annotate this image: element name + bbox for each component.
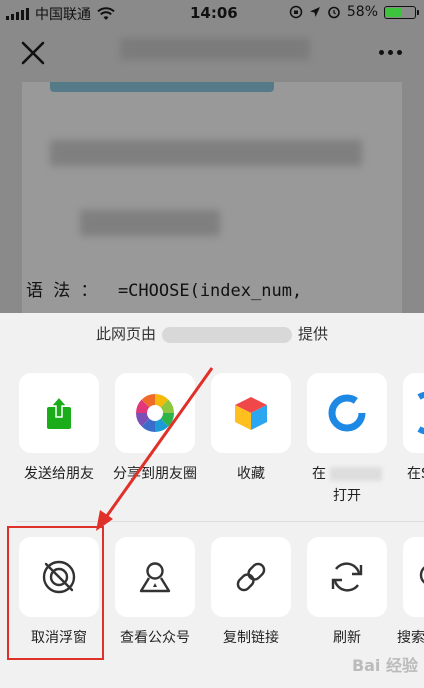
more-app-icon: [417, 391, 424, 435]
copy-link-button[interactable]: 复制链接: [201, 537, 301, 647]
search-icon: [419, 566, 424, 584]
official-account-icon: [139, 562, 171, 593]
clock: 14:06: [190, 4, 238, 22]
sheet-title-suffix: 提供: [298, 325, 329, 343]
article-image-edge: [50, 82, 274, 92]
link-icon: [236, 562, 266, 592]
sheet-title: 此网页由 提供: [0, 323, 424, 344]
search-button[interactable]: 搜索: [393, 537, 424, 647]
sheet-title-prefix: 此网页由: [95, 325, 156, 343]
send-to-friend-button[interactable]: 发送给朋友: [9, 373, 109, 483]
wifi-icon: [97, 7, 115, 20]
page-title-redacted: [120, 38, 310, 60]
tile-label: 在S: [407, 466, 424, 482]
location-icon: [309, 7, 320, 17]
refresh-button[interactable]: 刷新: [297, 537, 397, 647]
view-official-account-button[interactable]: 查看公众号: [105, 537, 205, 647]
moments-icon: [136, 394, 174, 432]
tile-label: 在: [297, 463, 397, 483]
tile-label-line2: 打开: [333, 488, 361, 504]
refresh-icon: [331, 562, 363, 592]
alarm-icon: [328, 6, 340, 19]
redacted-source: [162, 326, 292, 343]
tile-label: 查看公众号: [120, 630, 190, 646]
rotation-lock-icon: [289, 5, 303, 19]
browser-icon: [328, 394, 366, 432]
close-icon[interactable]: [20, 40, 46, 66]
signal-icon: [6, 8, 29, 20]
tile-label: 刷新: [333, 630, 361, 646]
send-to-friend-icon: [47, 395, 71, 429]
more-icon[interactable]: [379, 50, 402, 55]
battery-icon: [384, 5, 419, 19]
share-row: 发送给朋友 分享到朋友圈 收藏 在 打开 在: [0, 373, 424, 504]
redacted-text-1: [50, 140, 362, 166]
share-moments-button[interactable]: 分享到朋友圈: [105, 373, 205, 483]
battery-percent: 58%: [346, 4, 378, 20]
article-syntax-line: 语 法 ： =CHOOSE(index_num,: [26, 281, 303, 301]
highlight-box: [7, 526, 104, 660]
tile-label: 收藏: [237, 466, 265, 482]
tile-label: 搜索: [397, 630, 424, 646]
tile-label: 复制链接: [223, 630, 279, 646]
watermark: Bai 经验: [351, 656, 418, 675]
favorites-icon: [235, 397, 267, 430]
favorites-button[interactable]: 收藏: [201, 373, 301, 483]
tile-label: 发送给朋友: [24, 466, 94, 482]
status-bar: 中国联通 14:06 58%: [0, 0, 424, 26]
tile-label: 分享到朋友圈: [113, 466, 197, 482]
nav-bar: [0, 28, 424, 80]
carrier-label: 中国联通: [35, 7, 91, 23]
sheet-divider: [16, 521, 424, 522]
open-in-browser-button[interactable]: 在 打开: [297, 373, 397, 505]
redacted-text-2: [80, 210, 220, 236]
open-in-app-button[interactable]: 在S: [393, 373, 424, 483]
